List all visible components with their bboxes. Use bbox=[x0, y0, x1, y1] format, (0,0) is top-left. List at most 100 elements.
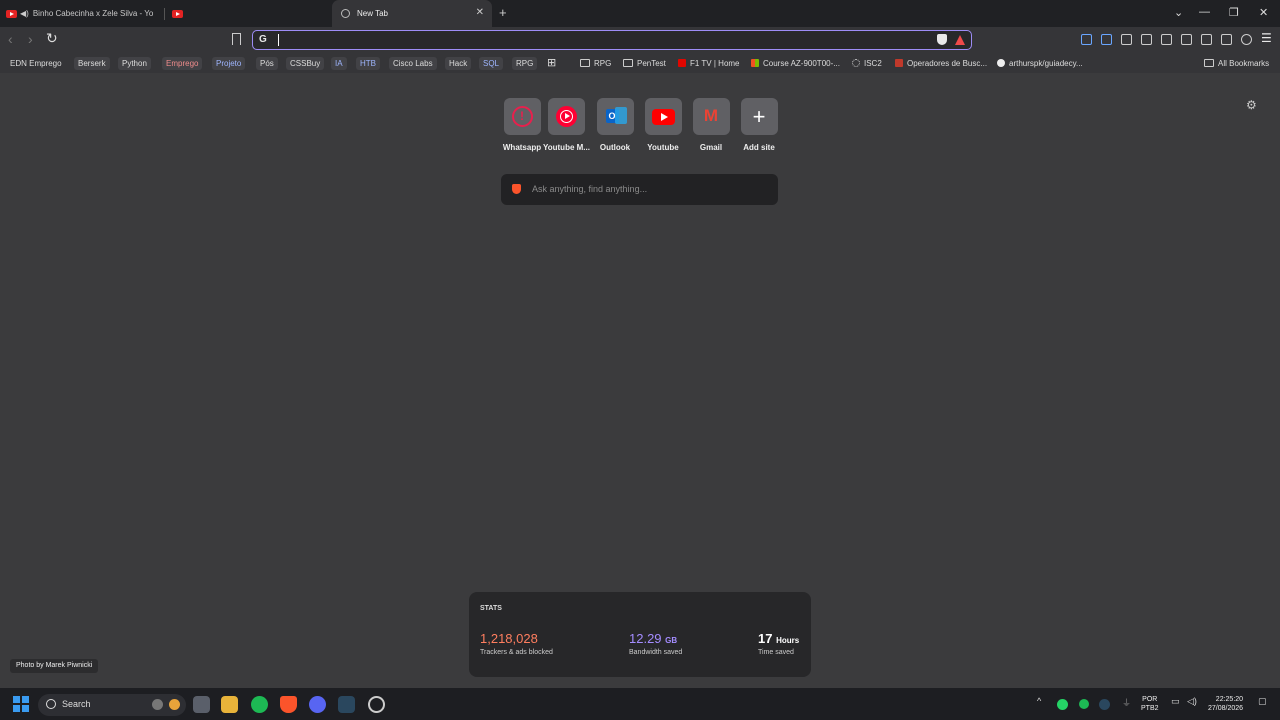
bookmark-emprego[interactable]: Emprego bbox=[162, 57, 203, 70]
bookmark-htb[interactable]: HTB bbox=[356, 57, 380, 70]
taskbar-search[interactable]: Search bbox=[38, 694, 186, 716]
reload-button[interactable]: ↻ bbox=[46, 30, 58, 47]
folder-icon bbox=[1204, 59, 1214, 67]
all-bookmarks[interactable]: All Bookmarks bbox=[1204, 57, 1269, 70]
extensions-icon[interactable] bbox=[1121, 34, 1132, 45]
downloads-icon[interactable] bbox=[1141, 34, 1152, 45]
whatsapp-icon[interactable] bbox=[1057, 699, 1068, 710]
bookmark-cisco-labs[interactable]: Cisco Labs bbox=[389, 57, 437, 70]
minimize-button[interactable]: — bbox=[1199, 6, 1210, 18]
bookmark-python[interactable]: Python bbox=[118, 57, 151, 70]
bookmark-rpg[interactable]: RPG bbox=[512, 57, 538, 70]
brave-shields-icon[interactable] bbox=[937, 34, 947, 45]
extension-icon[interactable] bbox=[1101, 34, 1112, 45]
tab-title: New Tab bbox=[357, 9, 388, 18]
spotify-icon[interactable] bbox=[251, 696, 268, 713]
bookmark-sql[interactable]: SQL bbox=[479, 57, 504, 70]
bookmark-ia[interactable]: IA bbox=[331, 57, 347, 70]
steam-icon[interactable] bbox=[338, 696, 355, 713]
search-icon bbox=[46, 699, 56, 709]
bookmark-f1tv[interactable]: F1 TV | Home bbox=[678, 57, 740, 70]
back-button[interactable]: ‹ bbox=[8, 31, 13, 47]
search-highlight-icon bbox=[152, 699, 163, 710]
youtube-music-icon bbox=[547, 98, 585, 135]
stat-time: 17 Hours Time saved bbox=[758, 631, 799, 656]
top-site-youtube-music[interactable]: Youtube M... bbox=[543, 98, 590, 152]
top-site-gmail[interactable]: M Gmail bbox=[688, 98, 734, 152]
bookmark-course-az900[interactable]: Course AZ-900T00-... bbox=[751, 57, 840, 70]
bookmark-hack[interactable]: Hack bbox=[445, 57, 472, 70]
bookmark-icon[interactable] bbox=[232, 33, 241, 45]
time-value: 17 bbox=[758, 631, 773, 646]
forward-button[interactable]: › bbox=[28, 31, 33, 47]
app-icon[interactable] bbox=[368, 696, 385, 713]
language-indicator[interactable]: POR PTB2 bbox=[1141, 695, 1159, 713]
bookmark-berserk[interactable]: Berserk bbox=[74, 57, 110, 70]
settings-gear-icon[interactable]: ⚙ bbox=[1246, 98, 1257, 112]
media-icon[interactable] bbox=[1161, 34, 1172, 45]
add-site-button[interactable]: + Add site bbox=[736, 98, 782, 152]
task-view-icon[interactable] bbox=[193, 696, 210, 713]
spotify-tray-icon[interactable] bbox=[1079, 699, 1089, 709]
network-icon[interactable]: ▭ bbox=[1171, 696, 1180, 707]
folder-rpg[interactable]: RPG bbox=[580, 57, 611, 70]
search-box[interactable]: Ask anything, find anything... bbox=[501, 174, 778, 205]
bandwidth-label: Bandwidth saved bbox=[629, 649, 683, 656]
notification-icon[interactable]: ▢ bbox=[1258, 696, 1267, 707]
brave-rewards-icon[interactable] bbox=[955, 35, 965, 45]
tab-separator bbox=[164, 8, 165, 20]
file-explorer-icon[interactable] bbox=[221, 696, 238, 713]
trackers-value: 1,218,028 bbox=[480, 631, 538, 646]
folder-icon bbox=[623, 59, 633, 67]
vpn-icon[interactable] bbox=[1241, 34, 1252, 45]
photo-credit[interactable]: Photo by Marek Piwnicki bbox=[10, 659, 99, 673]
bookmark-edn-emprego[interactable]: EDN Emprego bbox=[10, 57, 62, 70]
tab-new-tab[interactable]: New Tab ✕ bbox=[332, 0, 492, 27]
alert-icon: ! bbox=[503, 98, 541, 135]
windows-start-icon[interactable] bbox=[13, 696, 29, 712]
discord-icon[interactable] bbox=[309, 696, 326, 713]
top-site-outlook[interactable]: O Outlook bbox=[592, 98, 638, 152]
close-window-button[interactable]: ✕ bbox=[1259, 6, 1268, 19]
tab-search-icon[interactable]: ⌄ bbox=[1174, 6, 1183, 19]
speaker-icon[interactable]: ◀) bbox=[20, 9, 29, 18]
text-cursor bbox=[278, 34, 279, 46]
youtube-icon bbox=[644, 98, 682, 135]
stats-title: STATS bbox=[480, 605, 502, 612]
bandwidth-unit: GB bbox=[665, 636, 678, 645]
close-tab-icon[interactable]: ✕ bbox=[476, 7, 484, 18]
menu-icon[interactable]: ☰ bbox=[1261, 31, 1272, 45]
bookmark-projeto[interactable]: Projeto bbox=[212, 57, 246, 70]
bookmark-operadores-de-busca[interactable]: Operadores de Busc... bbox=[895, 57, 987, 70]
folder-pentest[interactable]: PenTest bbox=[623, 57, 666, 70]
brave-icon[interactable] bbox=[280, 696, 297, 713]
sidebar-icon[interactable] bbox=[1181, 34, 1192, 45]
time-label: Time saved bbox=[758, 649, 794, 656]
wallet-icon[interactable] bbox=[1201, 34, 1212, 45]
new-tab-button[interactable]: + bbox=[499, 5, 507, 20]
github-icon bbox=[997, 59, 1005, 67]
chevron-up-icon[interactable]: ^ bbox=[1037, 696, 1041, 706]
top-site-whatsapp[interactable]: ! Whatsapp bbox=[499, 98, 545, 152]
address-bar[interactable]: G bbox=[252, 30, 972, 50]
microphone-icon[interactable]: ⏚ bbox=[1122, 696, 1131, 709]
f1-icon bbox=[678, 59, 686, 67]
tab-youtube-pinned[interactable] bbox=[172, 0, 186, 27]
leo-icon[interactable] bbox=[1081, 34, 1092, 45]
time-unit: Hours bbox=[776, 636, 800, 645]
top-site-youtube[interactable]: Youtube bbox=[640, 98, 686, 152]
ai-icon[interactable] bbox=[1221, 34, 1232, 45]
tab-title: Binho Cabecinha x Zele Silva - Yo bbox=[32, 9, 154, 18]
steam-tray-icon[interactable] bbox=[1099, 699, 1110, 710]
youtube-icon bbox=[172, 9, 183, 18]
maximize-button[interactable]: ❐ bbox=[1229, 6, 1239, 19]
bookmark-github[interactable]: arthurspk/guiadecy... bbox=[997, 57, 1083, 70]
bookmark-cssbuy[interactable]: CSSBuy bbox=[286, 57, 325, 70]
youtube-icon bbox=[6, 9, 17, 18]
clock[interactable]: 22:25:20 27/08/2026 bbox=[1208, 695, 1243, 713]
volume-icon[interactable]: ◁) bbox=[1187, 696, 1197, 707]
tab-groups-icon[interactable]: ⊞ bbox=[547, 57, 556, 70]
tab-youtube-playing[interactable]: ◀) Binho Cabecinha x Zele Silva - Yo bbox=[6, 0, 156, 27]
bookmark-pos[interactable]: Pós bbox=[256, 57, 278, 70]
bookmark-isc2[interactable]: ISC2 bbox=[852, 57, 882, 70]
